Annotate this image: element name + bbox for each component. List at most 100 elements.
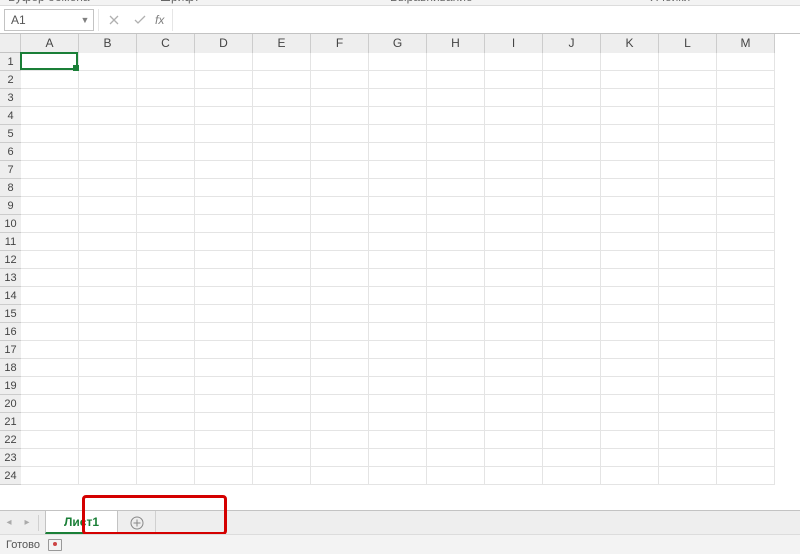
cell[interactable] bbox=[369, 161, 427, 179]
cell[interactable] bbox=[253, 359, 311, 377]
cell[interactable] bbox=[485, 449, 543, 467]
cell[interactable] bbox=[369, 89, 427, 107]
cell[interactable] bbox=[485, 125, 543, 143]
cell[interactable] bbox=[543, 269, 601, 287]
cell[interactable] bbox=[485, 413, 543, 431]
row-header[interactable]: 16 bbox=[0, 323, 21, 341]
cell[interactable] bbox=[79, 53, 137, 71]
tab-nav-first[interactable]: ◂ bbox=[0, 511, 18, 535]
cell[interactable] bbox=[369, 143, 427, 161]
cell[interactable] bbox=[427, 143, 485, 161]
tab-nav-last[interactable]: ▸ bbox=[18, 511, 36, 535]
cell[interactable] bbox=[369, 71, 427, 89]
cell[interactable] bbox=[311, 377, 369, 395]
cell[interactable] bbox=[543, 179, 601, 197]
cell[interactable] bbox=[79, 161, 137, 179]
row-header[interactable]: 17 bbox=[0, 341, 21, 359]
cell[interactable] bbox=[137, 89, 195, 107]
cell[interactable] bbox=[659, 89, 717, 107]
cell[interactable] bbox=[195, 233, 253, 251]
cell[interactable] bbox=[659, 395, 717, 413]
row-header[interactable]: 7 bbox=[0, 161, 21, 179]
cell[interactable] bbox=[311, 161, 369, 179]
cell[interactable] bbox=[601, 359, 659, 377]
cell[interactable] bbox=[311, 467, 369, 485]
cell[interactable] bbox=[195, 323, 253, 341]
row-header[interactable]: 22 bbox=[0, 431, 21, 449]
column-header[interactable]: A bbox=[21, 34, 79, 53]
cell[interactable] bbox=[543, 305, 601, 323]
cell[interactable] bbox=[543, 53, 601, 71]
cell[interactable] bbox=[601, 233, 659, 251]
cell[interactable] bbox=[485, 143, 543, 161]
row-header[interactable]: 14 bbox=[0, 287, 21, 305]
cell[interactable] bbox=[137, 179, 195, 197]
cell[interactable] bbox=[79, 125, 137, 143]
cell[interactable] bbox=[427, 125, 485, 143]
cell[interactable] bbox=[427, 269, 485, 287]
cell[interactable] bbox=[369, 179, 427, 197]
column-header[interactable]: B bbox=[79, 34, 137, 53]
cell[interactable] bbox=[311, 287, 369, 305]
cell[interactable] bbox=[195, 359, 253, 377]
cell[interactable] bbox=[659, 107, 717, 125]
cell[interactable] bbox=[717, 449, 775, 467]
row-header[interactable]: 13 bbox=[0, 269, 21, 287]
cell[interactable] bbox=[79, 323, 137, 341]
cell[interactable] bbox=[543, 197, 601, 215]
cell[interactable] bbox=[195, 107, 253, 125]
cell[interactable] bbox=[21, 467, 79, 485]
cell[interactable] bbox=[543, 467, 601, 485]
cell[interactable] bbox=[427, 395, 485, 413]
row-header[interactable]: 5 bbox=[0, 125, 21, 143]
cell[interactable] bbox=[137, 395, 195, 413]
cell[interactable] bbox=[543, 233, 601, 251]
cell[interactable] bbox=[311, 269, 369, 287]
cell[interactable] bbox=[601, 323, 659, 341]
cell[interactable] bbox=[427, 341, 485, 359]
sheet-tab-active[interactable]: Лист1 bbox=[45, 510, 118, 534]
column-header[interactable]: G bbox=[369, 34, 427, 53]
cell[interactable] bbox=[311, 197, 369, 215]
cell[interactable] bbox=[253, 413, 311, 431]
cell[interactable] bbox=[137, 359, 195, 377]
cell[interactable] bbox=[717, 377, 775, 395]
cell[interactable] bbox=[21, 413, 79, 431]
cell[interactable] bbox=[369, 269, 427, 287]
cell[interactable] bbox=[717, 413, 775, 431]
cell[interactable] bbox=[195, 467, 253, 485]
cell[interactable] bbox=[659, 125, 717, 143]
enter-formula-button[interactable] bbox=[127, 9, 153, 31]
cell[interactable] bbox=[543, 161, 601, 179]
cell[interactable] bbox=[21, 161, 79, 179]
cell[interactable] bbox=[427, 53, 485, 71]
cell[interactable] bbox=[543, 323, 601, 341]
cell[interactable] bbox=[485, 251, 543, 269]
row-header[interactable]: 10 bbox=[0, 215, 21, 233]
cell[interactable] bbox=[485, 233, 543, 251]
cell[interactable] bbox=[543, 143, 601, 161]
cell[interactable] bbox=[369, 125, 427, 143]
row-header[interactable]: 24 bbox=[0, 467, 21, 485]
cell[interactable] bbox=[311, 359, 369, 377]
cell[interactable] bbox=[601, 287, 659, 305]
cell[interactable] bbox=[369, 197, 427, 215]
cell[interactable] bbox=[195, 161, 253, 179]
cell[interactable] bbox=[253, 233, 311, 251]
cell[interactable] bbox=[195, 449, 253, 467]
cell[interactable] bbox=[137, 143, 195, 161]
cell[interactable] bbox=[543, 107, 601, 125]
cell[interactable] bbox=[659, 341, 717, 359]
cell[interactable] bbox=[659, 377, 717, 395]
cell[interactable] bbox=[311, 395, 369, 413]
cell[interactable] bbox=[717, 359, 775, 377]
cell[interactable] bbox=[195, 89, 253, 107]
column-header[interactable]: L bbox=[659, 34, 717, 53]
cell[interactable] bbox=[485, 431, 543, 449]
cell[interactable] bbox=[543, 395, 601, 413]
cell[interactable] bbox=[659, 305, 717, 323]
cell[interactable] bbox=[369, 467, 427, 485]
cell[interactable] bbox=[195, 215, 253, 233]
cell[interactable] bbox=[21, 143, 79, 161]
cell[interactable] bbox=[21, 233, 79, 251]
